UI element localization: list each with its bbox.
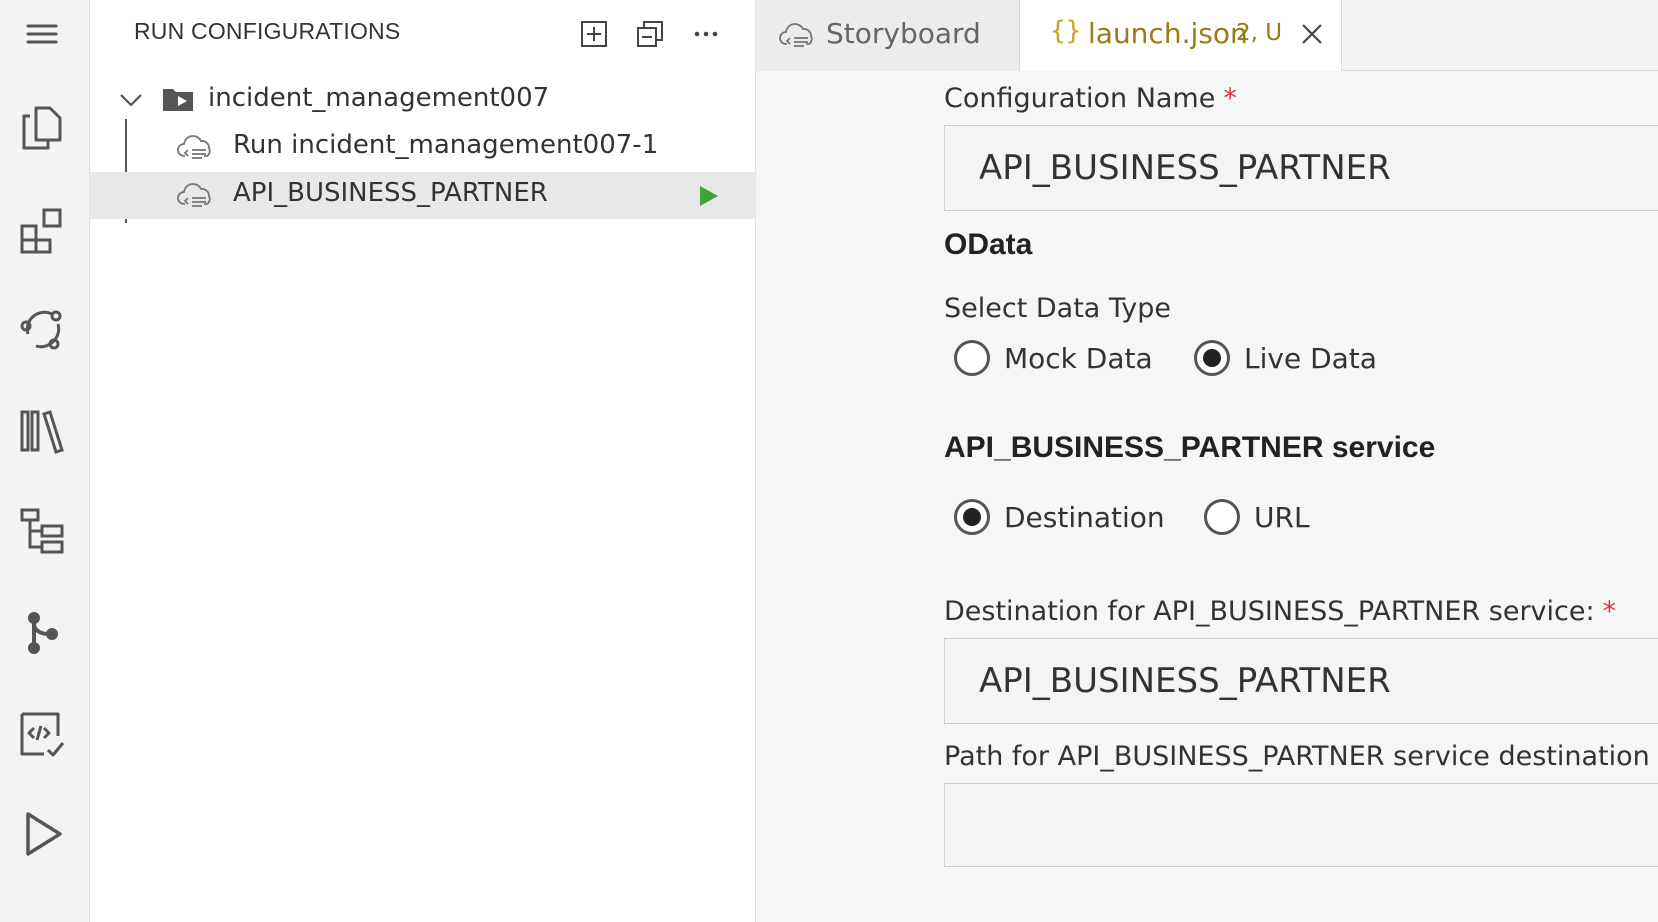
source-control-icon[interactable] (10, 600, 74, 664)
folder-label: incident_management007 (208, 83, 550, 113)
run-icon[interactable] (10, 802, 74, 866)
odata-heading: OData (944, 228, 1033, 261)
cloud-config-icon (177, 183, 211, 207)
explorer-icon[interactable] (10, 96, 74, 160)
add-icon (581, 21, 607, 47)
cloud-config-icon (779, 23, 813, 47)
radio-label: Destination (1004, 500, 1165, 534)
ellipsis-icon (694, 31, 718, 37)
panel-title: RUN CONFIGURATIONS (134, 18, 401, 44)
extensions-icon[interactable] (10, 198, 74, 262)
tree-item-selected[interactable]: API_BUSINESS_PARTNER (90, 172, 756, 219)
add-configuration-button[interactable] (574, 14, 614, 54)
editor-area: Storyboard {} launch.json 2, U Configura… (756, 0, 1658, 922)
destination-label-row: Destination for API_BUSINESS_PARTNER ser… (944, 596, 1616, 627)
collapse-all-icon (637, 21, 663, 47)
radio-circle-checked (1194, 340, 1230, 376)
sap-hub-icon[interactable] (10, 296, 74, 360)
url-radio[interactable]: URL (1204, 499, 1310, 535)
destination-radio[interactable]: Destination (954, 499, 1165, 535)
tab-label: launch.json (1088, 17, 1248, 50)
radio-circle (954, 340, 990, 376)
tree-item-label: Run incident_management007-1 (233, 130, 659, 160)
config-name-label-row: Configuration Name * (944, 83, 1237, 114)
path-input[interactable] (944, 783, 1658, 867)
tree-folder-row[interactable]: incident_management007 (90, 77, 756, 124)
radio-circle (1204, 499, 1240, 535)
tab-storyboard[interactable]: Storyboard (756, 0, 1020, 71)
outline-icon[interactable] (10, 498, 74, 562)
live-data-radio[interactable]: Live Data (1194, 340, 1377, 376)
destination-label: Destination for API_BUSINESS_PARTNER ser… (944, 596, 1595, 627)
tab-badge: 2, U (1236, 20, 1283, 46)
menu-icon[interactable] (10, 2, 74, 66)
tab-launch-json[interactable]: {} launch.json 2, U (1020, 0, 1342, 72)
cloud-config-icon (177, 135, 211, 159)
folder-run-icon (163, 89, 193, 111)
library-icon[interactable] (10, 398, 74, 462)
chevron-down-icon (120, 94, 142, 107)
tree-item[interactable]: Run incident_management007-1 (90, 124, 756, 171)
config-name-input[interactable]: API_BUSINESS_PARTNER (944, 125, 1658, 211)
tree-item-label: API_BUSINESS_PARTNER (233, 178, 548, 208)
path-label: Path for API_BUSINESS_PARTNER service de… (944, 741, 1650, 772)
close-icon[interactable] (1300, 22, 1324, 46)
radio-circle-checked (954, 499, 990, 535)
destination-input[interactable]: API_BUSINESS_PARTNER (944, 638, 1658, 724)
run-play-icon[interactable] (696, 184, 720, 208)
radio-label: Mock Data (1004, 341, 1153, 375)
required-asterisk: * (1602, 596, 1617, 627)
run-configurations-panel: RUN CONFIGURATIONS incident_management00… (90, 0, 756, 922)
radio-label: URL (1254, 500, 1310, 534)
more-actions-button[interactable] (686, 14, 726, 54)
tab-label: Storyboard (826, 17, 981, 50)
json-braces-icon: {} (1050, 16, 1082, 46)
required-asterisk: * (1223, 83, 1237, 114)
mock-data-radio[interactable]: Mock Data (954, 340, 1153, 376)
radio-label: Live Data (1244, 341, 1377, 375)
configuration-form: Configuration Name * API_BUSINESS_PARTNER… (756, 71, 1658, 922)
tab-bar: Storyboard {} launch.json 2, U (756, 0, 1658, 72)
data-type-label: Select Data Type (944, 293, 1171, 324)
collapse-all-button[interactable] (630, 14, 670, 54)
code-check-icon[interactable] (10, 702, 74, 766)
activity-bar (0, 0, 90, 922)
config-name-label: Configuration Name (944, 83, 1216, 114)
service-heading: API_BUSINESS_PARTNER service (944, 431, 1436, 464)
